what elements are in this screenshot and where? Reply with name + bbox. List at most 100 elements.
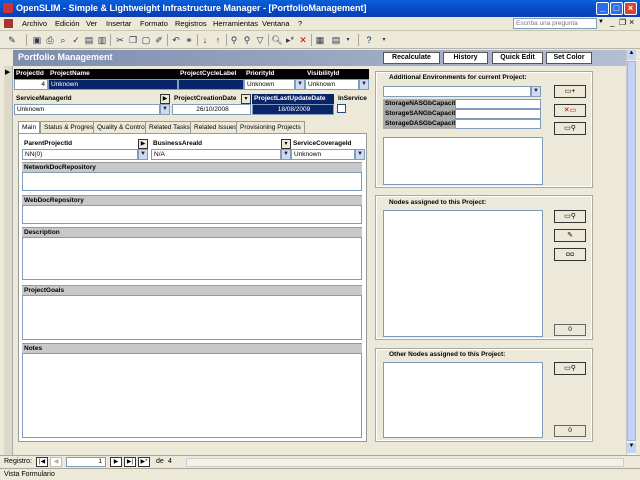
cut-icon[interactable]: ✂ bbox=[114, 34, 126, 46]
recalculate-button[interactable]: Recalculate bbox=[383, 52, 440, 64]
notes-field[interactable] bbox=[22, 353, 362, 438]
previous-record-button[interactable]: ◀ bbox=[50, 457, 62, 467]
service-manager-select[interactable]: Unknown bbox=[14, 104, 160, 115]
find-icon[interactable]: 🔍︎ bbox=[271, 34, 283, 46]
edit-node-button[interactable]: ✎ bbox=[554, 229, 586, 242]
environments-list[interactable] bbox=[383, 137, 543, 185]
sort-descending-icon[interactable]: ↑ bbox=[212, 34, 224, 46]
current-record-field[interactable]: 1 bbox=[66, 457, 106, 467]
spelling-icon[interactable]: ✓ bbox=[70, 34, 82, 46]
new-record-icon[interactable]: ▸* bbox=[284, 34, 296, 46]
tab-related-issues[interactable]: Related Issues bbox=[190, 121, 241, 133]
format-painter-icon[interactable]: ✐ bbox=[153, 34, 165, 46]
new-record-nav-button[interactable]: ▶* bbox=[138, 457, 150, 467]
tab-provisioning-projects[interactable]: Provisioning Projects bbox=[236, 121, 305, 133]
business-area-select[interactable]: N/A bbox=[151, 149, 281, 160]
history-button[interactable]: History bbox=[443, 52, 488, 64]
visibility-dropdown-icon[interactable]: ▼ bbox=[359, 79, 369, 90]
database-window-icon[interactable]: ▦ bbox=[314, 34, 326, 46]
doc-restore-button[interactable]: ❐ bbox=[619, 18, 626, 27]
first-record-button[interactable]: |◀ bbox=[36, 457, 48, 467]
delete-record-icon[interactable]: ✕ bbox=[297, 34, 309, 46]
toolbar-options-icon[interactable]: ▾ bbox=[378, 34, 390, 46]
menu-edicion[interactable]: Edición bbox=[55, 19, 80, 28]
project-name-field[interactable]: Unknown bbox=[48, 79, 178, 90]
service-coverage-dropdown-icon[interactable]: ▼ bbox=[355, 149, 365, 160]
help-icon[interactable]: ? bbox=[363, 34, 375, 46]
doc-close-button[interactable]: × bbox=[629, 17, 634, 27]
nodes-list[interactable] bbox=[383, 210, 543, 337]
print-preview-icon[interactable]: ⌕ bbox=[57, 34, 69, 46]
parent-project-open-button[interactable]: ▶ bbox=[138, 139, 148, 149]
save-icon[interactable]: ▣ bbox=[31, 34, 43, 46]
doc-minimize-button[interactable]: _ bbox=[610, 18, 614, 27]
apply-filter-icon[interactable]: ▽ bbox=[254, 34, 266, 46]
service-manager-dropdown-icon[interactable]: ▼ bbox=[160, 104, 170, 115]
tab-quality-control[interactable]: Quality & Control bbox=[93, 121, 151, 133]
project-id-field[interactable]: 4 bbox=[14, 79, 48, 90]
service-coverage-select[interactable]: Unknown bbox=[291, 149, 355, 160]
cycle-label-field[interactable] bbox=[178, 79, 244, 90]
ask-question-input[interactable]: Escriba una pregunta bbox=[513, 18, 597, 29]
priority-select[interactable]: Unknown bbox=[244, 79, 295, 90]
menu-herramientas[interactable]: Herramientas bbox=[213, 19, 258, 28]
format-icon[interactable]: ▤ bbox=[83, 34, 95, 46]
horizontal-scrollbar[interactable] bbox=[186, 458, 624, 467]
design-view-icon[interactable]: ✎ bbox=[6, 34, 18, 46]
storage-das-field[interactable] bbox=[455, 119, 541, 129]
sort-ascending-icon[interactable]: ↓ bbox=[199, 34, 211, 46]
menu-ver[interactable]: Ver bbox=[86, 19, 97, 28]
menu-insertar[interactable]: Insertar bbox=[106, 19, 131, 28]
quick-edit-button[interactable]: Quick Edit bbox=[492, 52, 543, 64]
set-color-button[interactable]: Set Color bbox=[546, 52, 592, 64]
new-object-icon[interactable]: ▤ bbox=[330, 34, 342, 46]
view-environment-button[interactable]: ▭⚲ bbox=[554, 122, 586, 135]
view-other-node-button[interactable]: ▭⚲ bbox=[554, 362, 586, 375]
creation-date-field[interactable]: 26/10/2008 bbox=[172, 104, 251, 115]
visibility-select[interactable]: Unknown bbox=[305, 79, 359, 90]
close-button[interactable]: × bbox=[624, 2, 637, 15]
business-area-open-button[interactable]: ▾ bbox=[281, 139, 291, 149]
last-update-field[interactable]: 18/08/2009 bbox=[252, 104, 334, 115]
creation-date-picker-button[interactable]: ▾ bbox=[241, 94, 251, 104]
copy-icon[interactable]: ❐ bbox=[127, 34, 139, 46]
new-object-dropdown-icon[interactable]: ▾ bbox=[342, 34, 354, 46]
scroll-thumb[interactable] bbox=[627, 61, 636, 441]
vertical-scrollbar[interactable]: ▲ ▼ bbox=[626, 50, 636, 455]
storage-nas-field[interactable] bbox=[455, 99, 541, 109]
web-doc-repository-field[interactable] bbox=[22, 205, 362, 224]
scroll-down-icon[interactable]: ▼ bbox=[627, 443, 636, 453]
in-service-checkbox[interactable] bbox=[337, 104, 346, 113]
network-doc-repository-field[interactable] bbox=[22, 172, 362, 191]
tab-related-tasks[interactable]: Related Tasks bbox=[145, 121, 194, 133]
menu-help[interactable]: ? bbox=[298, 19, 302, 28]
filter-by-form-icon[interactable]: ⚲ bbox=[241, 34, 253, 46]
description-field[interactable] bbox=[22, 237, 362, 280]
menu-archivo[interactable]: Archivo bbox=[22, 19, 47, 28]
record-selector[interactable]: ▶ bbox=[4, 66, 13, 455]
scroll-up-icon[interactable]: ▲ bbox=[627, 50, 636, 60]
remove-environment-button[interactable]: ✕▭ bbox=[554, 104, 586, 117]
properties-icon[interactable]: ▥ bbox=[96, 34, 108, 46]
environment-dropdown-icon[interactable]: ▼ bbox=[531, 86, 541, 97]
project-goals-field[interactable] bbox=[22, 295, 362, 340]
ask-dropdown-icon[interactable]: ▼ bbox=[598, 19, 604, 25]
menu-ventana[interactable]: Ventana bbox=[262, 19, 290, 28]
parent-project-dropdown-icon[interactable]: ▼ bbox=[138, 149, 148, 160]
priority-dropdown-icon[interactable]: ▼ bbox=[295, 79, 305, 90]
paste-icon[interactable]: ▢ bbox=[140, 34, 152, 46]
hyperlink-icon[interactable]: ⚭ bbox=[183, 34, 195, 46]
parent-project-select[interactable]: NN(0) bbox=[22, 149, 138, 160]
other-nodes-list[interactable] bbox=[383, 362, 543, 438]
add-environment-button[interactable]: ▭+ bbox=[554, 85, 586, 98]
minimize-button[interactable]: _ bbox=[596, 2, 609, 15]
tab-status-progress[interactable]: Status & Progress bbox=[40, 121, 101, 133]
last-record-button[interactable]: ▶| bbox=[124, 457, 136, 467]
next-record-button[interactable]: ▶ bbox=[110, 457, 122, 467]
filter-by-selection-icon[interactable]: ⚲ bbox=[228, 34, 240, 46]
undo-icon[interactable]: ↶ bbox=[170, 34, 182, 46]
menu-registros[interactable]: Registros bbox=[175, 19, 207, 28]
node-glasses-button[interactable]: ᴑᴑ bbox=[554, 248, 586, 261]
menu-formato[interactable]: Formato bbox=[140, 19, 168, 28]
environment-select[interactable] bbox=[383, 86, 531, 97]
